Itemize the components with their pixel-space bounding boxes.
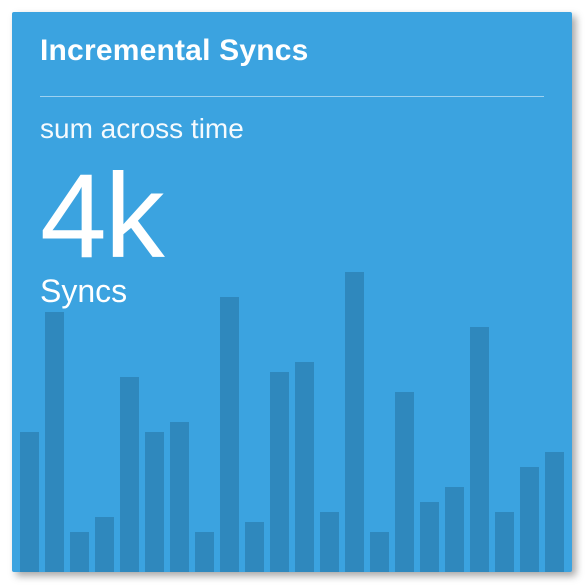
chart-bar — [245, 522, 264, 572]
chart-bar — [295, 362, 314, 572]
chart-bar — [145, 432, 164, 572]
chart-bar — [220, 297, 239, 572]
chart-bar — [495, 512, 514, 572]
bar-chart — [12, 252, 572, 572]
chart-bar — [195, 532, 214, 572]
card-subtitle: sum across time — [12, 97, 572, 145]
chart-bar — [20, 432, 39, 572]
chart-bar — [445, 487, 464, 572]
metric-card: Incremental Syncs sum across time 4k Syn… — [12, 12, 572, 572]
chart-bar — [170, 422, 189, 572]
chart-bar — [395, 392, 414, 572]
chart-bar — [70, 532, 89, 572]
chart-bar — [270, 372, 289, 572]
chart-bar — [45, 312, 64, 572]
card-title: Incremental Syncs — [40, 34, 544, 68]
chart-bar — [420, 502, 439, 572]
chart-bar — [345, 272, 364, 572]
card-header: Incremental Syncs — [12, 12, 572, 82]
chart-bar — [545, 452, 564, 572]
chart-bar — [470, 327, 489, 572]
chart-bar — [520, 467, 539, 572]
chart-bar — [370, 532, 389, 572]
chart-bar — [320, 512, 339, 572]
chart-bar — [95, 517, 114, 572]
chart-bar — [120, 377, 139, 572]
